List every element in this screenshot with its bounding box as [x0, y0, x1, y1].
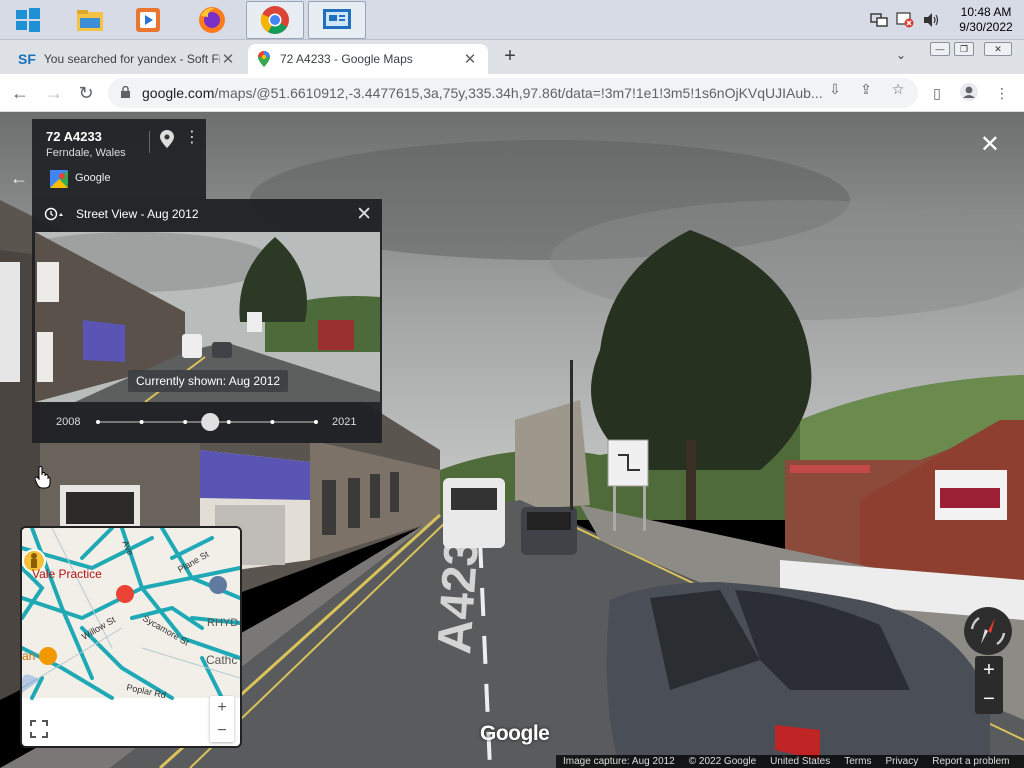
timeline-tick[interactable] — [226, 420, 231, 424]
url-host: google.com — [142, 85, 215, 101]
map-pin-icon[interactable] — [160, 130, 174, 151]
fullscreen-map-icon[interactable] — [30, 720, 48, 741]
history-clock-icon[interactable] — [44, 207, 66, 221]
taskbar: 10:48 AM 9/30/2022 — [0, 0, 1024, 40]
reload-icon[interactable]: ↻ — [74, 81, 98, 105]
navigation-bar: ← → ↻ google.com/maps/@51.6610912,-3.447… — [0, 74, 1024, 112]
map-label-vale-practice: Vale Practice — [32, 567, 102, 581]
sf-favicon-icon: SF — [18, 51, 36, 67]
history-timeline-slider[interactable]: 2008 2021 — [32, 403, 382, 441]
control-panel-icon[interactable] — [308, 1, 366, 39]
country-link[interactable]: United States — [763, 756, 837, 767]
zoom-out-button[interactable]: − — [975, 685, 1003, 714]
report-problem-link[interactable]: Report a problem — [925, 756, 1016, 767]
history-header: Street View - Aug 2012 ✕ — [32, 199, 382, 229]
url-text[interactable]: google.com/maps/@51.6610912,-3.4477615,3… — [142, 85, 918, 101]
minimap-roads[interactable]: Vale Practice Plane St Sycamore St Willo… — [22, 528, 240, 746]
chrome-icon[interactable] — [246, 1, 304, 39]
firefox-icon[interactable] — [192, 0, 232, 40]
action-center-icon[interactable] — [896, 11, 914, 29]
zoom-control: + − — [975, 656, 1003, 714]
timeline-thumb[interactable] — [201, 413, 220, 431]
google-logo: Google — [480, 722, 550, 745]
network-icon[interactable] — [870, 11, 888, 29]
copyright-text: © 2022 Google — [688, 756, 757, 767]
place-title: 72 A4233 — [46, 129, 102, 144]
image-source-label: Google — [75, 172, 111, 184]
minimap[interactable]: Vale Practice Plane St Sycamore St Willo… — [20, 526, 242, 748]
maximize-button[interactable]: ❐ — [954, 42, 974, 56]
restaurant-pin-icon[interactable] — [39, 647, 57, 665]
minimap-zoom-in-button[interactable]: + — [210, 696, 234, 719]
system-tray: 10:48 AM 9/30/2022 — [866, 0, 1024, 40]
timeline-tick[interactable] — [314, 420, 318, 424]
map-label-rhyd: RHYD — [207, 617, 238, 629]
school-pin-icon[interactable] — [209, 576, 227, 594]
taskbar-clock[interactable]: 10:48 AM 9/30/2022 — [948, 5, 1024, 35]
close-street-view-icon[interactable]: ✕ — [980, 130, 1000, 159]
image-capture-date: Image capture: Aug 2012 — [563, 756, 675, 767]
map-label-cathc: Cathc — [206, 653, 237, 667]
profile-avatar-icon[interactable] — [958, 82, 980, 104]
omnibox[interactable]: google.com/maps/@51.6610912,-3.4477615,3… — [108, 78, 918, 108]
back-arrow-icon[interactable]: ← — [8, 81, 32, 105]
compass-icon[interactable] — [964, 607, 1012, 655]
google-maps-logo-icon — [50, 170, 68, 191]
zoom-in-button[interactable]: + — [975, 656, 1003, 685]
timeline-tick[interactable] — [270, 420, 275, 424]
timeline-end-year: 2021 — [332, 416, 357, 428]
media-player-icon[interactable] — [128, 0, 168, 40]
place-subtitle: Ferndale, Wales — [46, 147, 126, 159]
back-arrow-icon[interactable]: ← — [10, 168, 28, 189]
file-explorer-icon[interactable] — [70, 0, 110, 40]
street-view-history-panel: Street View - Aug 2012 ✕ Currently shown… — [32, 199, 382, 443]
minimap-zoom-control: + − — [210, 696, 234, 742]
timeline-tick[interactable] — [96, 420, 100, 424]
lock-icon — [120, 85, 134, 100]
tab-softfiles[interactable]: SF You searched for yandex - Soft Fi ✕ — [8, 44, 246, 74]
more-options-icon[interactable]: ⋮ — [184, 129, 200, 147]
maps-pin-favicon-icon — [258, 51, 270, 67]
close-tab-icon[interactable]: ✕ — [462, 50, 478, 68]
close-window-button[interactable]: ✕ — [984, 42, 1012, 56]
windows-start-icon[interactable] — [10, 0, 46, 40]
clinic-pin-icon[interactable] — [116, 585, 134, 603]
clock-date: 9/30/2022 — [959, 20, 1013, 34]
minimap-zoom-out-button[interactable]: − — [210, 719, 234, 742]
tab-title: You searched for yandex - Soft Fi — [43, 52, 220, 66]
url-path: /maps/@51.6610912,-3.4477615,3a,75y,335.… — [214, 85, 823, 101]
location-info-card[interactable]: 72 A4233 Ferndale, Wales ⋮ Google — [32, 119, 206, 199]
tab-search-chevron-icon[interactable]: ⌄ — [896, 48, 906, 62]
side-panel-icon[interactable]: ▯ — [926, 82, 948, 104]
mouse-cursor-icon — [34, 466, 51, 493]
privacy-link[interactable]: Privacy — [878, 756, 925, 767]
close-history-icon[interactable]: ✕ — [356, 203, 372, 226]
tab-google-maps[interactable]: 72 A4233 - Google Maps ✕ — [248, 44, 488, 74]
timeline-tick[interactable] — [183, 420, 188, 424]
timeline-track[interactable] — [92, 411, 322, 435]
close-tab-icon[interactable]: ✕ — [220, 50, 236, 68]
new-tab-button[interactable]: + — [498, 44, 522, 68]
browser-menu-icon[interactable]: ⋮ — [991, 82, 1013, 104]
tab-title: 72 A4233 - Google Maps — [280, 52, 413, 66]
terms-link[interactable]: Terms — [837, 756, 878, 767]
history-title: Street View - Aug 2012 — [76, 207, 199, 221]
divider — [149, 131, 150, 153]
forward-arrow-icon[interactable]: → — [42, 81, 66, 105]
timeline-tick[interactable] — [139, 420, 144, 424]
volume-icon[interactable] — [922, 11, 940, 29]
map-footer: Image capture: Aug 2012 © 2022 Google Un… — [556, 755, 1024, 768]
timeline-start-year: 2008 — [56, 416, 81, 428]
bookmark-star-icon[interactable]: ☆ — [887, 78, 909, 100]
clock-time: 10:48 AM — [960, 5, 1012, 19]
share-icon[interactable]: ⇪ — [855, 78, 877, 100]
map-label-an: an — [22, 649, 35, 663]
current-date-tooltip: Currently shown: Aug 2012 — [128, 370, 289, 392]
install-app-icon[interactable]: ⇩ — [824, 78, 846, 100]
minimize-button[interactable]: — — [930, 42, 950, 56]
